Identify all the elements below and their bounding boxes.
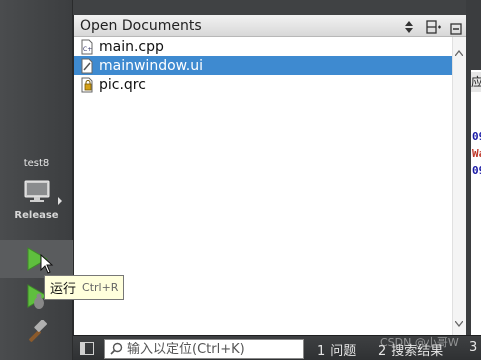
sort-arrows-icon[interactable] <box>404 19 414 38</box>
tooltip-label: 运行 <box>50 282 77 297</box>
locator-input[interactable] <box>127 341 297 357</box>
open-documents-list: C+ main.cpp mainwindow.ui pic.qrc <box>74 37 466 94</box>
watermark: CSDN @小哥W <box>380 336 459 349</box>
list-item-selected[interactable]: mainwindow.ui <box>74 56 466 75</box>
tab-label: 问题 <box>330 344 357 359</box>
split-view-icon[interactable] <box>426 19 442 38</box>
tab-app-output[interactable]: 3 <box>469 340 481 355</box>
tooltip-shortcut: Ctrl+R <box>82 281 119 294</box>
tab-number: 1 <box>317 344 326 359</box>
build-config-label: Release <box>14 210 59 221</box>
list-item[interactable]: C+ main.cpp <box>74 37 466 56</box>
run-tooltip: 运行 Ctrl+R <box>44 275 125 300</box>
tab-issues[interactable]: 1 问题 <box>317 340 356 359</box>
kit-name: test8 <box>23 158 50 169</box>
output-pane-edge <box>471 70 481 335</box>
scroll-down-icon[interactable] <box>454 312 464 331</box>
output-line: 09 <box>472 130 481 143</box>
cpp-file-icon: C+ <box>79 39 95 55</box>
file-name: main.cpp <box>99 38 164 55</box>
open-documents-header: Open Documents <box>74 15 466 37</box>
search-icon <box>110 340 123 359</box>
list-item[interactable]: pic.qrc <box>74 75 466 94</box>
ui-file-icon <box>79 58 95 74</box>
output-line: Wa <box>472 147 481 160</box>
qrc-file-icon <box>79 77 95 93</box>
hammer-icon[interactable] <box>24 319 48 348</box>
chevron-right-icon[interactable] <box>57 190 63 209</box>
file-name: pic.qrc <box>99 76 146 93</box>
vertical-scrollbar[interactable] <box>452 37 466 335</box>
toggle-sidebar-icon[interactable] <box>80 342 94 355</box>
open-documents-pane: Open Documents C+ main.cpp mainwindow.ui… <box>73 15 466 335</box>
tab-number: 3 <box>469 340 478 355</box>
open-documents-title: Open Documents <box>80 18 202 34</box>
file-name: mainwindow.ui <box>99 57 204 74</box>
output-line: 09 <box>472 164 481 177</box>
output-pane-tab[interactable]: 应 <box>471 72 481 92</box>
monitor-icon[interactable] <box>24 180 50 208</box>
locator-box[interactable] <box>104 339 304 359</box>
svg-text:C+: C+ <box>83 46 92 53</box>
scroll-up-icon[interactable] <box>454 41 464 60</box>
